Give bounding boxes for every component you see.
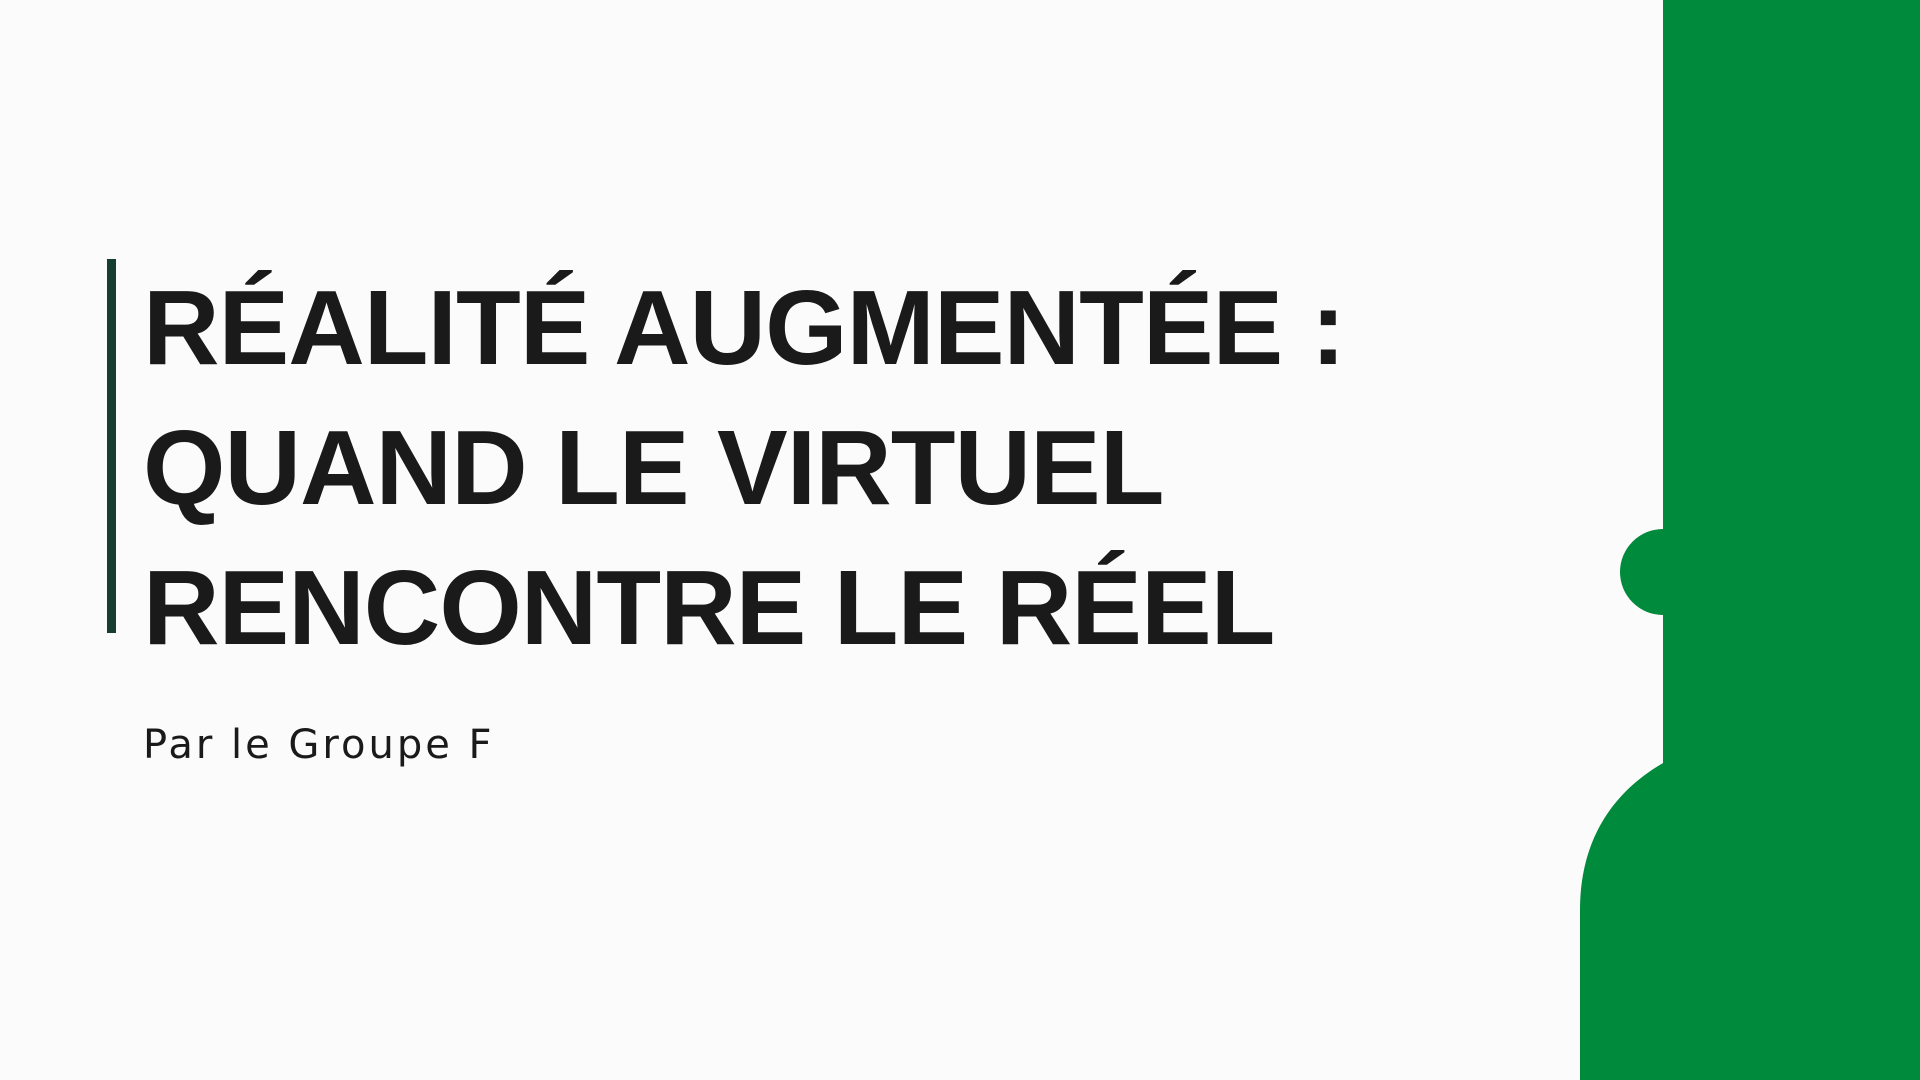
title-line-2: QUAND LE VIRTUEL: [143, 409, 1164, 527]
subtitle: Par le Groupe F: [143, 722, 495, 768]
page-title: RÉALITÉ AUGMENTÉE : QUAND LE VIRTUEL REN…: [143, 258, 1346, 678]
green-top-panel: [1663, 0, 1920, 765]
title-line-3: RENCONTRE LE RÉEL: [143, 549, 1275, 667]
title-line-1: RÉALITÉ AUGMENTÉE :: [143, 269, 1346, 387]
title-accent-bar: [107, 259, 116, 633]
green-knob-circle: [1620, 529, 1706, 615]
green-bottom-arch: [1580, 763, 1920, 1080]
title-slide: RÉALITÉ AUGMENTÉE : QUAND LE VIRTUEL REN…: [0, 0, 1920, 1080]
